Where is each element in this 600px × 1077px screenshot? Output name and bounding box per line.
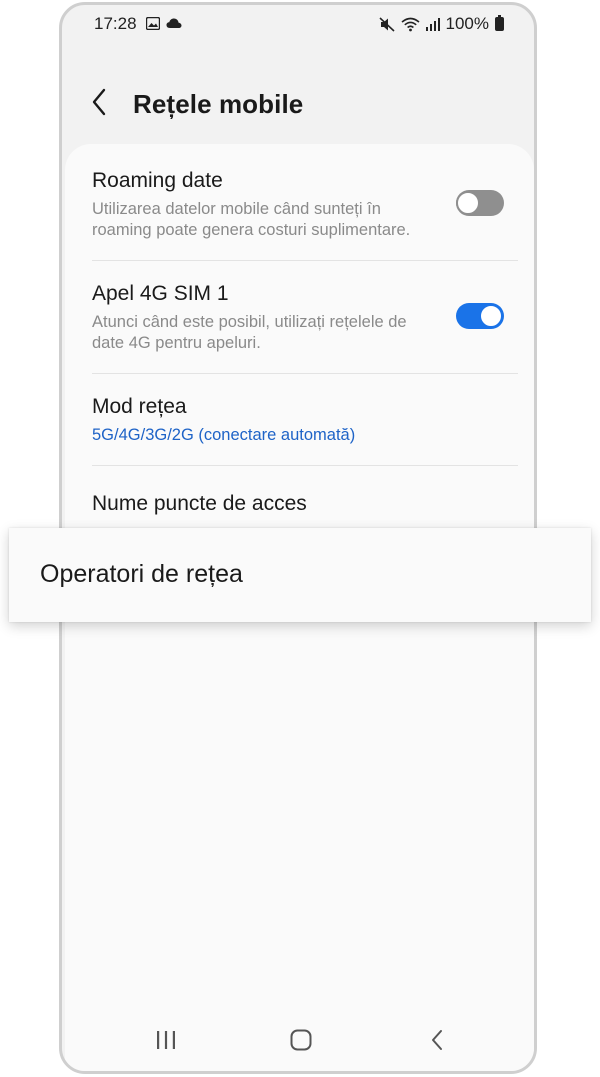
- volte-toggle[interactable]: [456, 303, 504, 329]
- setting-access-point-names[interactable]: Nume puncte de acces: [92, 492, 522, 516]
- recents-icon[interactable]: [155, 1030, 177, 1050]
- setting-title: Apel 4G SIM 1: [92, 282, 229, 305]
- home-icon[interactable]: [290, 1029, 312, 1051]
- setting-description: Atunci când este posibil, utilizați rețe…: [92, 313, 407, 352]
- battery-icon: [495, 15, 504, 31]
- back-icon[interactable]: [430, 1029, 444, 1051]
- navigation-bar: [62, 1011, 534, 1071]
- battery-percent: 100%: [445, 14, 489, 33]
- divider: [92, 373, 518, 374]
- status-bar: 17:28 100%: [62, 5, 534, 45]
- network-mode-value: 5G/4G/3G/2G (conectare automată): [92, 426, 356, 444]
- app-header: Rețele mobile: [62, 75, 534, 135]
- signal-icon: [425, 17, 440, 31]
- setting-network-mode[interactable]: Mod rețea 5G/4G/3G/2G (conectare automat…: [92, 395, 522, 446]
- toggle-knob: [456, 191, 480, 215]
- setting-description: Utilizarea datelor mobile când sunteți î…: [92, 200, 411, 239]
- setting-title: Mod rețea: [92, 395, 187, 418]
- network-operators-label: Operatori de rețea: [40, 560, 243, 588]
- network-operators-item[interactable]: Operatori de rețea: [9, 528, 591, 622]
- roaming-toggle[interactable]: [456, 190, 504, 216]
- cloud-notification-icon: [166, 18, 182, 28]
- back-arrow-icon[interactable]: [88, 85, 112, 119]
- gallery-notification-icon: [146, 17, 160, 30]
- mute-icon: [378, 16, 395, 32]
- status-right-group: 100%: [378, 14, 504, 34]
- setting-title: Roaming date: [92, 169, 223, 192]
- divider: [92, 260, 518, 261]
- toggle-knob: [479, 304, 503, 328]
- status-time: 17:28: [94, 14, 137, 33]
- setting-title: Nume puncte de acces: [92, 492, 307, 515]
- page-title: Rețele mobile: [133, 89, 304, 119]
- divider: [92, 465, 518, 466]
- wifi-icon: [401, 17, 420, 31]
